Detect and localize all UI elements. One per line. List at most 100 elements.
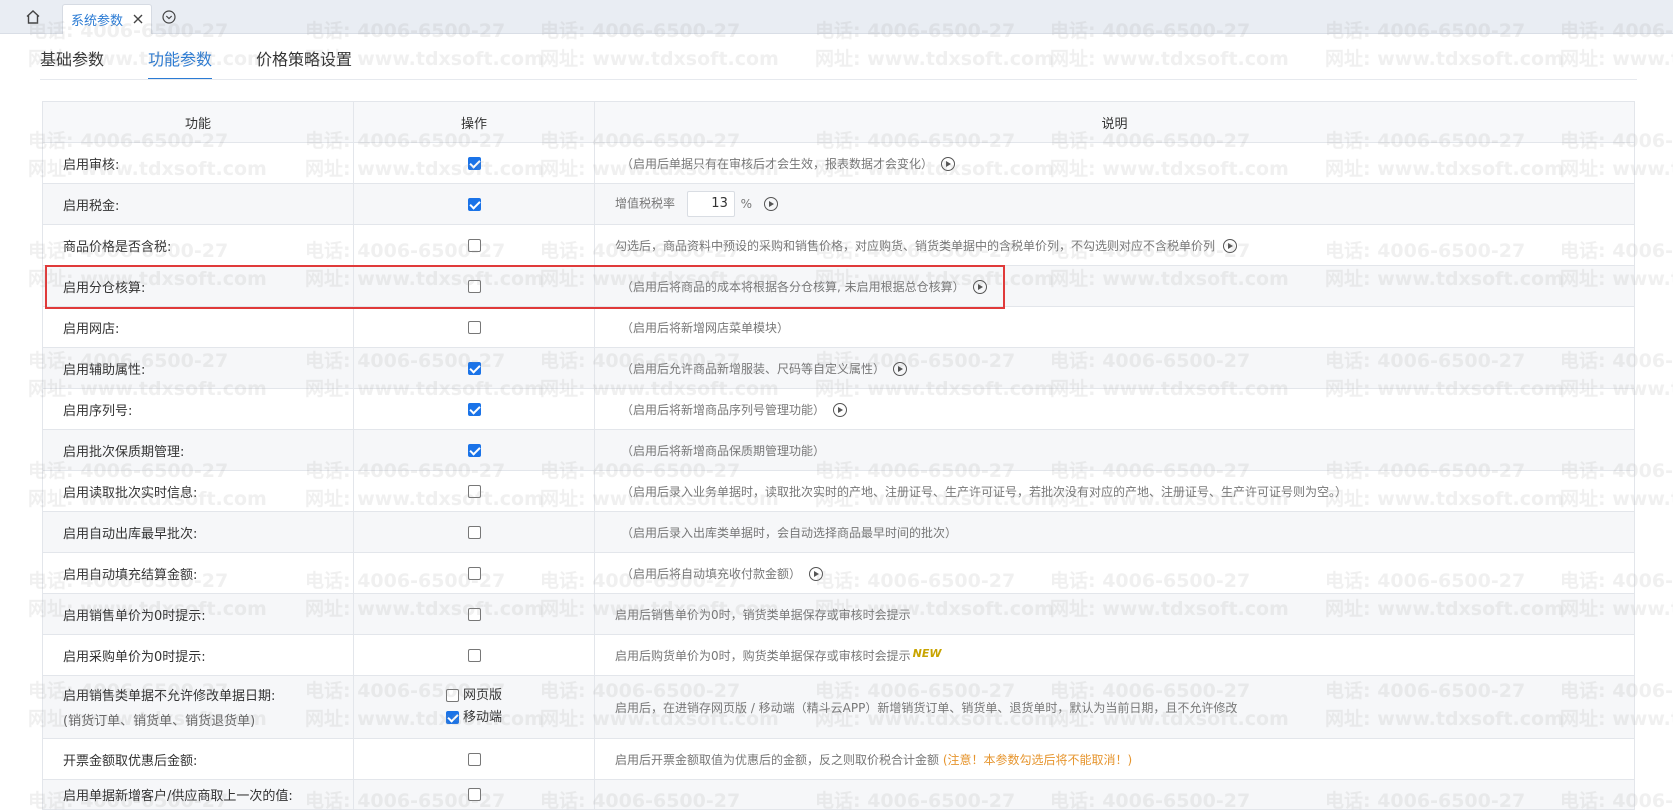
play-video-icon[interactable]: [833, 403, 848, 417]
watermark-site: 网址: www.tdxsoft.com: [1325, 48, 1564, 70]
table-row: 启用自动出库最早批次: （启用后录入出库类单据时，会自动选择商品最早时间的批次）: [42, 511, 1635, 553]
serial-number-checkbox[interactable]: [467, 402, 481, 416]
play-video-icon[interactable]: [809, 567, 824, 581]
close-icon[interactable]: [131, 12, 145, 26]
table-header: 功能 操作 说明: [42, 101, 1635, 143]
home-icon[interactable]: [22, 6, 44, 28]
enable-tax-checkbox[interactable]: [467, 197, 481, 211]
table-row: 启用税金: 增值税税率 13 %: [42, 183, 1635, 225]
play-video-icon[interactable]: [893, 362, 908, 376]
play-video-icon[interactable]: [972, 280, 987, 294]
aux-attribute-checkbox[interactable]: [467, 361, 481, 375]
row-desc: （启用后将新增商品保质期管理功能）: [621, 443, 826, 458]
warning-text: (注意！本参数勾选后将不能取消！): [942, 752, 1133, 767]
sale-price-zero-checkbox[interactable]: [467, 607, 481, 621]
row-desc: 启用后销售单价为0时，销货类单据保存或审核时会提示: [615, 607, 911, 622]
table-row: 启用网店: （启用后将新增网店菜单模块）: [42, 306, 1635, 348]
header-op: 操作: [353, 101, 595, 143]
tax-rate-unit: %: [740, 196, 753, 211]
row-func-label: 启用审核:: [42, 142, 354, 184]
row-func-label: 启用销售类单据不允许修改单据日期:: [63, 689, 276, 704]
row-func-label: 启用分仓核算:: [42, 265, 354, 307]
tab-price-strategy[interactable]: 价格策略设置: [256, 44, 352, 80]
play-video-icon[interactable]: [763, 197, 778, 211]
earliest-batch-checkbox[interactable]: [467, 525, 481, 539]
web-version-label: 网页版: [463, 688, 503, 703]
table-row: 启用序列号: （启用后将新增商品序列号管理功能）: [42, 388, 1635, 430]
row-desc: 启用后购货单价为0时，购货类单据保存或审核时会提示: [615, 648, 911, 663]
row-func-label: 启用批次保质期管理:: [42, 429, 354, 471]
row-func-label: 启用销售单价为0时提示:: [42, 593, 354, 635]
tab-basic-params[interactable]: 基础参数: [40, 44, 104, 80]
chevron-down-circle-icon[interactable]: [160, 8, 178, 26]
tax-rate-label: 增值税税率: [615, 196, 676, 211]
row-func-label: 商品价格是否含税:: [42, 224, 354, 266]
tab-bar: 系统参数: [0, 0, 1673, 34]
watermark-site: 网址: www.tdxsoft.com: [1560, 48, 1673, 70]
row-desc: （启用后单据只有在审核后才会生效，报表数据才会变化）: [621, 156, 934, 171]
row-desc: （启用后将商品的成本将根据各分仓核算, 未启用根据总仓核算）: [621, 279, 965, 294]
tax-rate-input[interactable]: 13: [686, 191, 735, 217]
row-func-label: 启用单据新增客户/供应商取上一次的值:: [42, 779, 354, 810]
header-desc: 说明: [594, 101, 1635, 143]
play-video-icon[interactable]: [941, 157, 956, 171]
tabs-divider: [40, 79, 1637, 80]
row-desc: （启用后将新增网店菜单模块）: [621, 320, 790, 335]
mobile-checkbox[interactable]: [446, 711, 459, 724]
tab-function-params[interactable]: 功能参数: [148, 44, 213, 80]
invoice-discount-checkbox[interactable]: [467, 752, 481, 766]
tab-system-params[interactable]: 系统参数: [62, 4, 152, 34]
table-row: 启用销售单价为0时提示: 启用后销售单价为0时，销货类单据保存或审核时会提示: [42, 593, 1635, 635]
enable-audit-checkbox[interactable]: [467, 156, 481, 170]
row-func-label: 启用自动填充结算金额:: [42, 552, 354, 594]
table-row: 商品价格是否含税: 勾选后，商品资料中预设的采购和销售价格，对应购货、销货类单据…: [42, 224, 1635, 266]
watermark-site: 网址: www.tdxsoft.com: [1050, 48, 1289, 70]
header-func: 功能: [42, 101, 354, 143]
row-desc: 勾选后，商品资料中预设的采购和销售价格，对应购货、销货类单据中的含税单价列，不勾…: [615, 238, 1216, 253]
row-func-label: 启用采购单价为0时提示:: [42, 634, 354, 676]
last-value-checkbox[interactable]: [467, 788, 481, 801]
table-row: 启用批次保质期管理: （启用后将新增商品保质期管理功能）: [42, 429, 1635, 471]
mobile-option[interactable]: 移动端: [354, 707, 594, 729]
watermark-site: 网址: www.tdxsoft.com: [815, 48, 1054, 70]
auto-fill-amount-checkbox[interactable]: [467, 566, 481, 580]
play-video-icon[interactable]: [1223, 239, 1238, 253]
row-desc: 启用后，在进销存网页版 / 移动端（精斗云APP）新增销货订单、销货单、退货单时…: [615, 700, 1238, 715]
tab-system-params-label: 系统参数: [71, 14, 124, 29]
table-row: 启用读取批次实时信息: （启用后录入业务单据时，读取批次实时的产地、注册证号、生…: [42, 470, 1635, 512]
web-version-option[interactable]: 网页版: [354, 685, 594, 707]
row-func-label: 启用序列号:: [42, 388, 354, 430]
table-row: 启用分仓核算: （启用后将商品的成本将根据各分仓核算, 未启用根据总仓核算）: [42, 265, 1635, 307]
watermark-site: 网址: www.tdxsoft.com: [540, 48, 779, 70]
row-desc: （启用后录入出库类单据时，会自动选择商品最早时间的批次）: [621, 525, 958, 540]
web-version-checkbox[interactable]: [446, 689, 459, 702]
batch-realtime-checkbox[interactable]: [467, 484, 481, 498]
table-row: 启用辅助属性: （启用后允许商品新增服装、尺码等自定义属性）: [42, 347, 1635, 389]
params-table: 功能 操作 说明 启用审核: （启用后单据只有在审核后才会生效，报表数据才会变化…: [42, 101, 1635, 810]
row-func-label: 启用辅助属性:: [42, 347, 354, 389]
table-row: 启用销售类单据不允许修改单据日期: (销货订单、销货单、销货退货单) 网页版 移…: [42, 675, 1635, 739]
table-row: 启用采购单价为0时提示: 启用后购货单价为0时，购货类单据保存或审核时会提示 NE…: [42, 634, 1635, 676]
table-row: 启用自动填充结算金额: （启用后将自动填充收付款金额）: [42, 552, 1635, 594]
table-row: 启用单据新增客户/供应商取上一次的值:: [42, 779, 1635, 810]
mobile-label: 移动端: [463, 710, 503, 725]
sub-tabs: 基础参数 功能参数 价格策略设置: [40, 44, 396, 80]
row-desc: （启用后将新增商品序列号管理功能）: [621, 402, 826, 417]
row-func-label: 开票金额取优惠后金额:: [42, 738, 354, 780]
table-row: 开票金额取优惠后金额: 启用后开票金额取值为优惠后的金额，反之则取价税合计金额 …: [42, 738, 1635, 780]
price-incl-tax-checkbox[interactable]: [467, 238, 481, 252]
online-shop-checkbox[interactable]: [467, 320, 481, 334]
row-func-label: 启用网店:: [42, 306, 354, 348]
row-desc: （启用后允许商品新增服装、尺码等自定义属性）: [621, 361, 886, 376]
app-window: 系统参数 基础参数 功能参数 价格策略设置 功能 操作 说明 启用审核: （启用…: [0, 0, 1673, 810]
warehouse-accounting-checkbox[interactable]: [467, 279, 481, 293]
new-badge: NEW: [912, 646, 942, 660]
batch-expiry-checkbox[interactable]: [467, 443, 481, 457]
row-func-sublabel: (销货订单、销货单、销货退货单): [63, 714, 256, 729]
row-func-label: 启用读取批次实时信息:: [42, 470, 354, 512]
row-desc: 启用后开票金额取值为优惠后的金额，反之则取价税合计金额: [615, 752, 940, 767]
purchase-price-zero-checkbox[interactable]: [467, 648, 481, 662]
row-desc: （启用后录入业务单据时，读取批次实时的产地、注册证号、生产许可证号，若批次没有对…: [621, 484, 1348, 499]
row-func-label: 启用自动出库最早批次:: [42, 511, 354, 553]
row-func-label: 启用税金:: [42, 183, 354, 225]
